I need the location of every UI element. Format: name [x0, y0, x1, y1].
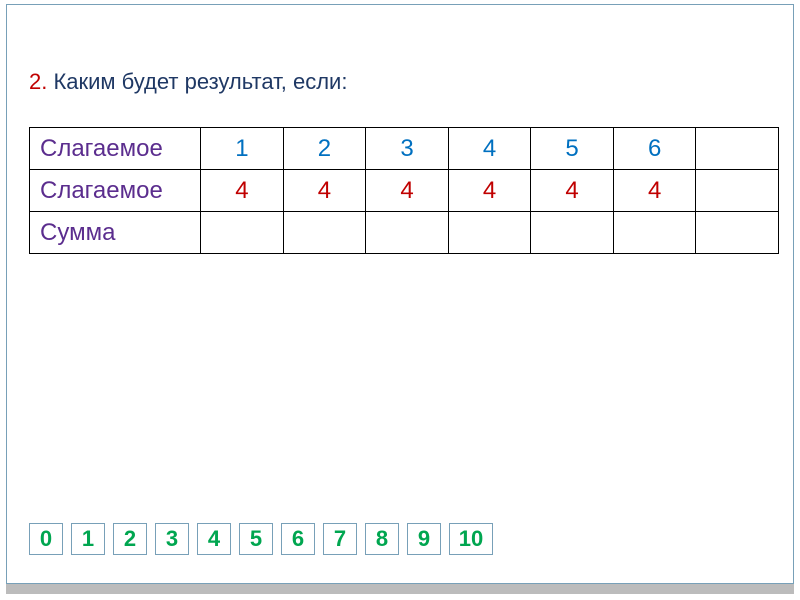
- number-box[interactable]: 0: [29, 523, 63, 555]
- table-cell: [283, 212, 366, 254]
- table-cell: 4: [283, 170, 366, 212]
- number-line: 0 1 2 3 4 5 6 7 8 9 10: [29, 523, 493, 555]
- footer-bar: [6, 584, 794, 594]
- table-cell: 5: [531, 128, 614, 170]
- table-cell: 4: [448, 128, 531, 170]
- table-cell: [696, 212, 779, 254]
- number-box[interactable]: 9: [407, 523, 441, 555]
- number-box[interactable]: 5: [239, 523, 273, 555]
- number-box[interactable]: 10: [449, 523, 493, 555]
- question-text: 2. Каким будет результат, если:: [29, 69, 347, 95]
- table-cell: [531, 212, 614, 254]
- table-cell: [696, 128, 779, 170]
- table-cell: [201, 212, 284, 254]
- table-cell: 4: [613, 170, 696, 212]
- slide-frame: 2. Каким будет результат, если: Слагаемо…: [6, 4, 794, 584]
- number-box[interactable]: 2: [113, 523, 147, 555]
- table-cell: 2: [283, 128, 366, 170]
- table-cell: 4: [366, 170, 449, 212]
- table-cell: [366, 212, 449, 254]
- table-cell: 4: [201, 170, 284, 212]
- number-box[interactable]: 1: [71, 523, 105, 555]
- number-box[interactable]: 6: [281, 523, 315, 555]
- question-number: 2.: [29, 69, 47, 94]
- row-label: Слагаемое: [30, 170, 201, 212]
- number-box[interactable]: 4: [197, 523, 231, 555]
- table-cell: [448, 212, 531, 254]
- table-row: Слагаемое 4 4 4 4 4 4: [30, 170, 779, 212]
- table-cell: 1: [201, 128, 284, 170]
- addition-table: Слагаемое 1 2 3 4 5 6 Слагаемое 4 4 4 4 …: [29, 127, 779, 254]
- table-cell: 6: [613, 128, 696, 170]
- table-cell: 4: [531, 170, 614, 212]
- number-box[interactable]: 3: [155, 523, 189, 555]
- number-box[interactable]: 7: [323, 523, 357, 555]
- table-cell: 4: [448, 170, 531, 212]
- table-cell: [613, 212, 696, 254]
- question-body: Каким будет результат, если:: [47, 69, 347, 94]
- number-box[interactable]: 8: [365, 523, 399, 555]
- table-cell: [696, 170, 779, 212]
- row-label: Сумма: [30, 212, 201, 254]
- row-label: Слагаемое: [30, 128, 201, 170]
- table-row: Сумма: [30, 212, 779, 254]
- table-row: Слагаемое 1 2 3 4 5 6: [30, 128, 779, 170]
- table-cell: 3: [366, 128, 449, 170]
